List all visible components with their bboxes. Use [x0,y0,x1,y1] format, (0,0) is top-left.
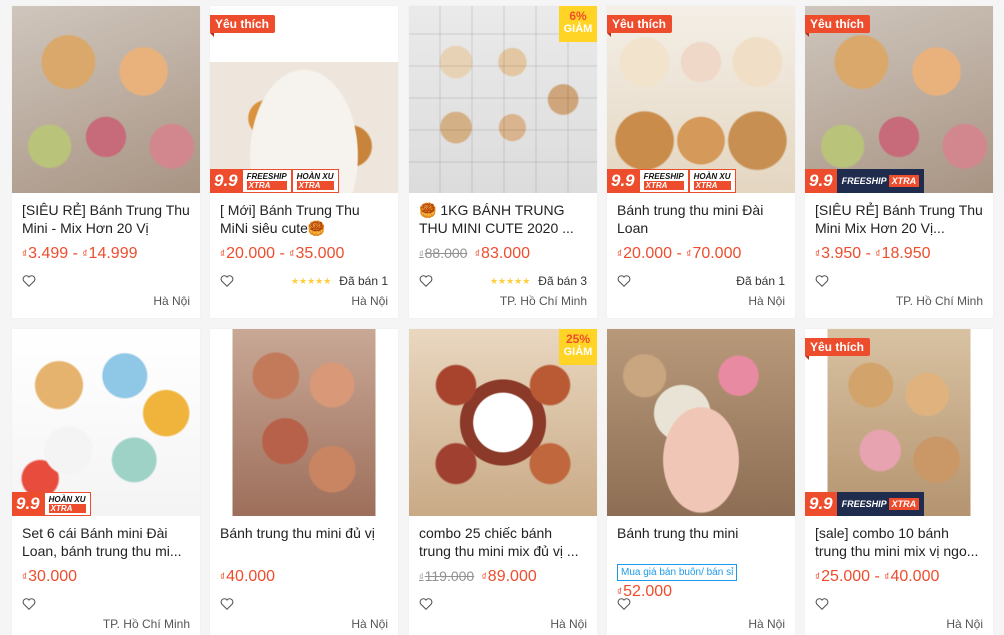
sold-count: Đã bán 1 [736,274,785,288]
promo-badge: 9.9 FREESHIP XTRA HOÀN XU XTRA [607,169,736,193]
heart-icon[interactable] [815,274,829,288]
promo-badge: 9.9 FREESHIP XTRA [805,492,925,516]
product-price: ₫25.000 - ₫40.000 [815,568,940,585]
original-price: ₫88.000 [419,245,468,261]
product-price: ₫119.000 ₫89.000 [419,568,537,585]
product-image[interactable] [210,329,398,516]
product-card[interactable]: Bánh trung thu mini đủ vị ₫40.000 Hà Nội [210,329,398,635]
product-card[interactable]: 9.9 HOÀN XU XTRA Set 6 cái Bánh mini Đài … [12,329,200,635]
product-meta: ★★★★★ Đã bán 1 [220,274,388,288]
product-meta: ★★★★★ Đã bán 3 [419,274,587,288]
product-title[interactable]: [SIÊU RẺ] Bánh Trung Thu Mini Mix Hơn 20… [815,201,983,237]
product-title[interactable]: Bánh trung thu mini Đài Loan [617,201,785,237]
heart-icon[interactable] [419,597,433,611]
product-meta [22,597,190,611]
product-card[interactable]: 6% GIẢM 🥮 1KG BÁNH TRUNG THU MINI CUTE 20… [409,6,597,318]
product-meta [419,597,587,611]
product-price: ₫3.950 - ₫18.950 [815,245,931,262]
heart-icon[interactable] [815,597,829,611]
heart-icon[interactable] [22,274,36,288]
product-location: Hà Nội [153,294,190,308]
product-price: ₫3.499 - ₫14.999 [22,245,138,262]
product-meta [617,597,785,611]
product-price: ₫30.000 [22,568,78,585]
product-card[interactable]: Yêu thích 9.9 FREESHIP XTRA [SIÊU RẺ] Bán… [805,6,993,318]
heart-icon[interactable] [220,274,234,288]
heart-icon[interactable] [22,597,36,611]
product-location: Hà Nội [748,294,785,308]
heart-icon[interactable] [220,597,234,611]
sold-count: Đã bán 1 [339,274,388,288]
rating-stars: ★★★★★ [290,275,332,286]
heart-icon[interactable] [419,274,433,288]
product-title[interactable]: Bánh trung thu mini đủ vị [220,524,388,560]
product-price: ₫88.000 ₫83.000 [419,245,530,262]
product-card[interactable]: Bánh trung thu mini Mua giá bán buôn/ bá… [607,329,795,635]
product-image[interactable]: 25% GIẢM [409,329,597,516]
product-title[interactable]: combo 25 chiếc bánh trung thu mini mix đ… [419,524,587,560]
promo-badge: 9.9 FREESHIP XTRA [805,169,925,193]
product-grid: [SIÊU RẺ] Bánh Trung Thu Mini - Mix Hơn … [0,0,1004,635]
product-title[interactable]: [sale] combo 10 bánh trung thu mini mix … [815,524,983,560]
product-meta [220,597,388,611]
favorite-tag: Yêu thích [210,15,276,37]
promo-badge: 9.9 FREESHIP XTRA HOÀN XU XTRA [210,169,339,193]
product-location: Hà Nội [351,617,388,631]
heart-icon[interactable] [617,597,631,611]
product-image[interactable] [12,6,200,193]
product-image[interactable] [607,329,795,516]
product-location: Hà Nội [351,294,388,308]
sold-count: Đã bán 3 [538,274,587,288]
product-image[interactable]: Yêu thích 9.9 FREESHIP XTRA HOÀN XU XTRA [607,6,795,193]
rating-stars: ★★★★★ [489,275,531,286]
product-price: ₫20.000 - ₫70.000 [617,245,742,262]
product-price: ₫20.000 - ₫35.000 [220,245,345,262]
product-image[interactable]: Yêu thích 9.9 FREESHIP XTRA HOÀN XU XTRA [210,6,398,193]
product-card[interactable]: Yêu thích 9.9 FREESHIP XTRA HOÀN XU XTRA [… [210,6,398,318]
product-card[interactable]: [SIÊU RẺ] Bánh Trung Thu Mini - Mix Hơn … [12,6,200,318]
product-image[interactable]: Yêu thích 9.9 FREESHIP XTRA [805,329,993,516]
product-card[interactable]: Yêu thích 9.9 FREESHIP XTRA [sale] combo … [805,329,993,635]
product-title[interactable]: 🥮 1KG BÁNH TRUNG THU MINI CUTE 2020 ... [419,201,587,237]
product-meta: Đã bán 1 [617,274,785,288]
discount-badge: 6% GIẢM [559,6,597,42]
product-location: Hà Nội [748,617,785,631]
product-location: TP. Hồ Chí Minh [102,617,190,631]
product-image[interactable]: Yêu thích 9.9 FREESHIP XTRA [805,6,993,193]
product-location: TP. Hồ Chí Minh [499,294,587,308]
product-meta [815,274,983,288]
heart-icon[interactable] [617,274,631,288]
product-price: ₫40.000 [220,568,276,585]
wholesale-badge[interactable]: Mua giá bán buôn/ bán sỉ [617,564,738,581]
product-image[interactable]: 9.9 HOÀN XU XTRA [12,329,200,516]
favorite-tag: Yêu thích [607,15,673,37]
product-title[interactable]: [ Mới] Bánh Trung Thu MiNi siêu cute🥮 [220,201,388,237]
favorite-tag: Yêu thích [805,15,871,37]
product-meta [815,597,983,611]
product-location: TP. Hồ Chí Minh [895,294,983,308]
product-title[interactable]: Set 6 cái Bánh mini Đài Loan, bánh trung… [22,524,190,560]
product-location: Hà Nội [946,617,983,631]
product-title[interactable]: [SIÊU RẺ] Bánh Trung Thu Mini - Mix Hơn … [22,201,190,237]
product-title[interactable]: Bánh trung thu mini [617,524,785,560]
product-card[interactable]: 25% GIẢM combo 25 chiếc bánh trung thu mi… [409,329,597,635]
product-image[interactable]: 6% GIẢM [409,6,597,193]
discount-badge: 25% GIẢM [559,329,597,365]
favorite-tag: Yêu thích [805,338,871,360]
product-meta [22,274,190,288]
promo-badge: 9.9 HOÀN XU XTRA [12,492,91,516]
product-card[interactable]: Yêu thích 9.9 FREESHIP XTRA HOÀN XU XTRA B… [607,6,795,318]
original-price: ₫119.000 [419,568,475,584]
product-location: Hà Nội [550,617,587,631]
